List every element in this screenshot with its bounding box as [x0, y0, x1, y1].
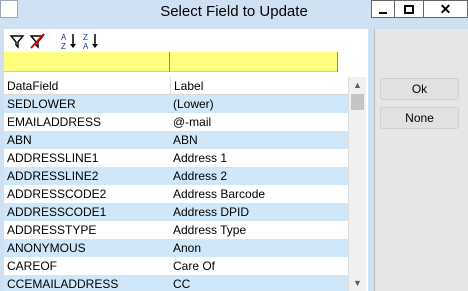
table-row[interactable]: ADDRESSLINE1 Address 1 — [4, 149, 348, 167]
table-row[interactable]: ADDRESSCODE1 Address DPID — [4, 203, 348, 221]
label-cell: Anon — [173, 241, 202, 255]
sort-ascending-icon[interactable]: A Z — [60, 32, 78, 50]
datafield-cell: ADDRESSTYPE — [7, 223, 97, 237]
label-cell: Address Type — [173, 223, 247, 237]
none-button[interactable]: None — [380, 107, 459, 129]
table-row[interactable]: SEDLOWER (Lower) — [4, 95, 348, 113]
filter-row — [4, 52, 338, 72]
label-cell: (Lower) — [173, 97, 214, 111]
label-cell: @-mail — [173, 115, 212, 129]
datafield-cell: ADDRESSCODE1 — [7, 205, 107, 219]
datafield-cell: ADDRESSLINE2 — [7, 169, 99, 183]
svg-text:A: A — [83, 42, 89, 50]
close-button[interactable]: ✕ — [423, 0, 468, 18]
column-header-datafield[interactable]: DataField — [4, 77, 170, 95]
scroll-up-icon[interactable]: ▲ — [349, 77, 366, 93]
scrollbar-thumb[interactable] — [351, 94, 364, 110]
label-cell: Address 1 — [173, 151, 228, 165]
clear-filter-icon[interactable] — [28, 32, 46, 50]
title-bar: Select Field to Update ✕ — [0, 0, 468, 24]
datafield-cell: CCEMAILADDRESS — [7, 277, 119, 291]
label-cell: ABN — [173, 133, 198, 147]
label-cell: CC — [173, 277, 191, 291]
label-cell: Address Barcode — [173, 187, 266, 201]
filter-icon[interactable] — [8, 32, 26, 50]
label-cell: Address 2 — [173, 169, 228, 183]
ok-button[interactable]: Ok — [380, 78, 459, 100]
table-row[interactable]: ADDRESSTYPE Address Type — [4, 221, 348, 239]
table-row[interactable]: ADDRESSCODE2 Address Barcode — [4, 185, 348, 203]
table-row[interactable]: CCEMAILADDRESS CC — [4, 275, 348, 291]
column-header-label[interactable]: Label — [170, 77, 348, 95]
label-cell: Care Of — [173, 259, 216, 273]
svg-text:A: A — [61, 33, 67, 42]
datafield-cell: CAREOF — [7, 259, 58, 273]
datafield-cell: EMAILADDRESS — [7, 115, 102, 129]
datafield-filter-input[interactable] — [4, 52, 170, 72]
grid-header: DataField Label — [4, 77, 348, 95]
grid-toolbar: A Z Z A — [4, 29, 368, 52]
scroll-down-icon[interactable]: ▼ — [349, 275, 366, 291]
svg-text:Z: Z — [83, 33, 88, 42]
sort-descending-icon[interactable]: Z A — [82, 32, 100, 50]
table-row[interactable]: ABN ABN — [4, 131, 348, 149]
datafield-cell: ABN — [7, 133, 32, 147]
label-filter-input[interactable] — [170, 52, 338, 72]
table-row[interactable]: ANONYMOUS Anon — [4, 239, 348, 257]
datafield-cell: ANONYMOUS — [7, 241, 86, 255]
grid-body: SEDLOWER (Lower) EMAILADDRESS @-mail ABN… — [4, 95, 348, 291]
close-icon: ✕ — [439, 1, 452, 17]
select-field-dialog: Select Field to Update ✕ A Z Z A DataFie… — [0, 0, 468, 291]
table-row[interactable]: ADDRESSLINE2 Address 2 — [4, 167, 348, 185]
svg-text:Z: Z — [61, 42, 66, 50]
maximize-icon — [404, 5, 414, 14]
vertical-scrollbar[interactable]: ▲ ▼ — [348, 77, 366, 291]
action-pane — [374, 29, 468, 291]
label-cell: Address DPID — [173, 205, 250, 219]
maximize-button[interactable] — [394, 0, 424, 18]
minimize-icon — [379, 12, 387, 14]
table-row[interactable]: CAREOF Care Of — [4, 257, 348, 275]
datafield-cell: ADDRESSLINE1 — [7, 151, 99, 165]
datafield-cell: ADDRESSCODE2 — [7, 187, 107, 201]
minimize-button[interactable] — [371, 0, 395, 18]
datafield-cell: SEDLOWER — [7, 97, 76, 111]
table-row[interactable]: EMAILADDRESS @-mail — [4, 113, 348, 131]
